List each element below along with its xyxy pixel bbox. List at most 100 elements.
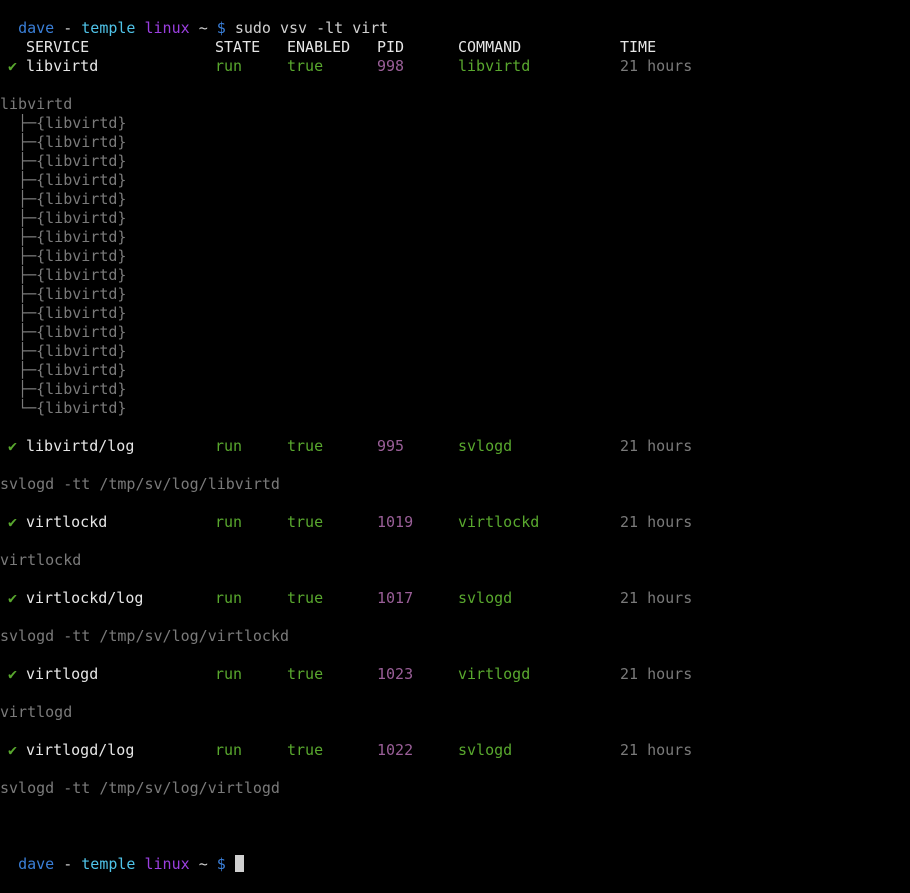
service-detail: virtlogd bbox=[0, 703, 73, 721]
tree-branch-end-icon: └─ bbox=[0, 399, 37, 417]
prompt-user: dave bbox=[18, 19, 55, 37]
command-text: sudo vsv -lt virt bbox=[234, 19, 389, 37]
tree-branch-icon: ├─ bbox=[0, 323, 37, 341]
tree-branch-icon: ├─ bbox=[0, 304, 37, 322]
service-enabled: true bbox=[287, 57, 324, 75]
prompt-line-command: dave - temple linux ~ $ sudo vsv -lt vir… bbox=[0, 0, 388, 37]
header-pid: PID bbox=[377, 38, 405, 56]
process-tree-child: ├─{libvirtd} bbox=[0, 361, 127, 379]
tree-branch-icon: ├─ bbox=[0, 361, 37, 379]
tree-branch-icon: ├─ bbox=[0, 285, 37, 303]
check-icon: ✔ bbox=[8, 741, 18, 759]
service-time: 21 hours bbox=[620, 741, 693, 759]
process-tree-child: ├─{libvirtd} bbox=[0, 304, 127, 322]
header-service: SERVICE bbox=[26, 38, 90, 56]
service-command: virtlogd bbox=[458, 665, 531, 683]
table-row: ✔ virtlogd run true 1023 virtlogd 21 hou… bbox=[0, 665, 910, 684]
process-tree-child: ├─{libvirtd} bbox=[0, 114, 127, 132]
process-tree-child: ├─{libvirtd} bbox=[0, 247, 127, 265]
tree-branch-icon: ├─ bbox=[0, 342, 37, 360]
process-tree-child: ├─{libvirtd} bbox=[0, 152, 127, 170]
service-command: virtlockd bbox=[458, 513, 540, 531]
table-row: ✔ libvirtd run true 998 libvirtd 21 hour… bbox=[0, 57, 910, 76]
service-enabled: true bbox=[287, 589, 324, 607]
service-detail: svlogd -tt /tmp/sv/log/libvirtd bbox=[0, 475, 280, 493]
prompt-symbol: $ bbox=[216, 19, 226, 37]
service-command: svlogd bbox=[458, 741, 513, 759]
prompt-separator: - bbox=[54, 855, 82, 873]
header-time: TIME bbox=[620, 38, 657, 56]
service-time: 21 hours bbox=[620, 57, 693, 75]
service-name: libvirtd/log bbox=[26, 437, 135, 455]
service-state: run bbox=[215, 437, 243, 455]
process-tree-child: ├─{libvirtd} bbox=[0, 171, 127, 189]
prompt-cwd: ~ bbox=[198, 855, 208, 873]
process-tree-child: ├─{libvirtd} bbox=[0, 285, 127, 303]
service-state: run bbox=[215, 57, 243, 75]
service-detail: svlogd -tt /tmp/sv/log/virtlockd bbox=[0, 627, 289, 645]
process-tree-child: ├─{libvirtd} bbox=[0, 380, 127, 398]
tree-branch-icon: ├─ bbox=[0, 380, 37, 398]
service-pid: 1019 bbox=[377, 513, 414, 531]
tree-branch-icon: ├─ bbox=[0, 171, 37, 189]
prompt-user: dave bbox=[18, 855, 55, 873]
service-time: 21 hours bbox=[620, 665, 693, 683]
prompt-host: temple bbox=[81, 855, 136, 873]
prompt-cwd: ~ bbox=[198, 19, 208, 37]
service-state: run bbox=[215, 589, 243, 607]
service-state: run bbox=[215, 513, 243, 531]
service-time: 21 hours bbox=[620, 589, 693, 607]
service-name: libvirtd bbox=[26, 57, 99, 75]
service-pid: 1017 bbox=[377, 589, 414, 607]
service-enabled: true bbox=[287, 741, 324, 759]
service-command: svlogd bbox=[458, 437, 513, 455]
service-pid: 998 bbox=[377, 57, 405, 75]
service-pid: 995 bbox=[377, 437, 405, 455]
header-enabled: ENABLED bbox=[287, 38, 351, 56]
check-icon: ✔ bbox=[8, 437, 18, 455]
table-row: ✔ libvirtd/log run true 995 svlogd 21 ho… bbox=[0, 437, 910, 456]
tree-branch-icon: ├─ bbox=[0, 190, 37, 208]
table-row: ✔ virtlockd run true 1019 virtlockd 21 h… bbox=[0, 513, 910, 532]
check-icon: ✔ bbox=[8, 589, 18, 607]
table-row: ✔ virtlockd/log run true 1017 svlogd 21 … bbox=[0, 589, 910, 608]
header-state: STATE bbox=[215, 38, 261, 56]
prompt-line-input[interactable]: dave - temple linux ~ $ bbox=[0, 836, 244, 873]
tree-branch-icon: ├─ bbox=[0, 114, 37, 132]
service-name: virtlockd/log bbox=[26, 589, 144, 607]
service-time: 21 hours bbox=[620, 437, 693, 455]
table-row: ✔ virtlogd/log run true 1022 svlogd 21 h… bbox=[0, 741, 910, 760]
service-command: libvirtd bbox=[458, 57, 531, 75]
service-state: run bbox=[215, 665, 243, 683]
service-detail: virtlockd bbox=[0, 551, 82, 569]
prompt-symbol: $ bbox=[216, 855, 226, 873]
process-tree-child: ├─{libvirtd} bbox=[0, 209, 127, 227]
process-tree-child: ├─{libvirtd} bbox=[0, 342, 127, 360]
service-enabled: true bbox=[287, 513, 324, 531]
check-icon: ✔ bbox=[8, 57, 18, 75]
process-tree-child: ├─{libvirtd} bbox=[0, 190, 127, 208]
tree-branch-icon: ├─ bbox=[0, 133, 37, 151]
tree-branch-icon: ├─ bbox=[0, 228, 37, 246]
process-tree-child: ├─{libvirtd} bbox=[0, 323, 127, 341]
process-tree-child: ├─{libvirtd} bbox=[0, 133, 127, 151]
service-name: virtlogd/log bbox=[26, 741, 135, 759]
prompt-separator: - bbox=[54, 19, 82, 37]
service-enabled: true bbox=[287, 437, 324, 455]
process-tree-child: ├─{libvirtd} bbox=[0, 266, 127, 284]
prompt-os: linux bbox=[144, 855, 190, 873]
tree-branch-icon: ├─ bbox=[0, 152, 37, 170]
process-tree-root: libvirtd bbox=[0, 95, 73, 113]
process-tree-child: └─{libvirtd} bbox=[0, 399, 127, 417]
service-pid: 1023 bbox=[377, 665, 414, 683]
service-state: run bbox=[215, 741, 243, 759]
prompt-host: temple bbox=[81, 19, 136, 37]
prompt-os: linux bbox=[144, 19, 190, 37]
tree-branch-icon: ├─ bbox=[0, 247, 37, 265]
service-enabled: true bbox=[287, 665, 324, 683]
check-icon: ✔ bbox=[8, 513, 18, 531]
table-header: SERVICE STATE ENABLED PID COMMAND TIME bbox=[0, 38, 910, 57]
terminal-cursor[interactable] bbox=[234, 855, 244, 872]
tree-branch-icon: ├─ bbox=[0, 209, 37, 227]
service-name: virtlockd bbox=[26, 513, 108, 531]
